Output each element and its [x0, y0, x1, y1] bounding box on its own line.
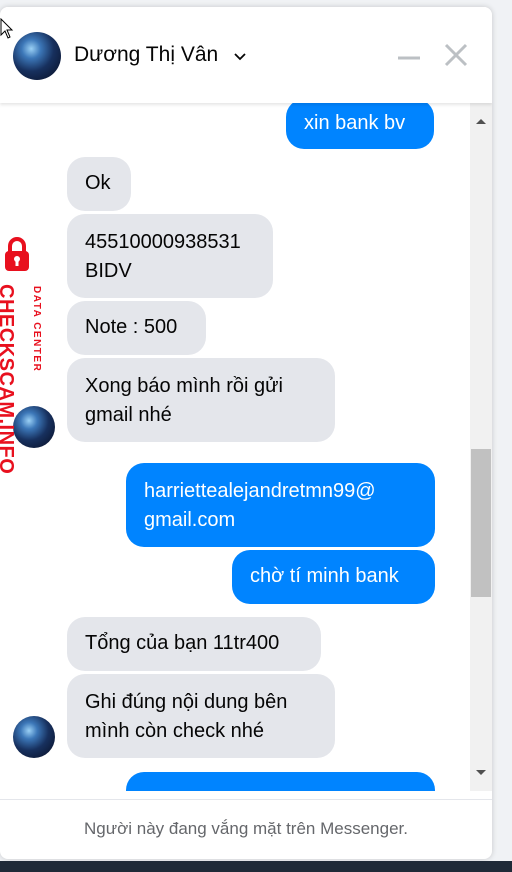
- message-bubble: harriettealejandretmn99@ gmail.com: [126, 463, 435, 547]
- message-text: xin bank bv: [304, 112, 406, 134]
- chevron-down-icon[interactable]: [233, 52, 247, 62]
- message-bubble: Tổng của bạn 11tr400: [67, 617, 321, 671]
- message-text: BIDV: [85, 260, 132, 282]
- message-list[interactable]: xin bank bv Ok 45510000938531 BIDV Note …: [0, 103, 470, 791]
- message-text: Tổng của bạn 11tr400: [85, 632, 280, 654]
- minimize-icon[interactable]: [396, 51, 422, 65]
- scrollbar[interactable]: [470, 103, 492, 791]
- message-bubble-partial: [126, 772, 435, 791]
- message-text: Ok: [85, 172, 111, 194]
- scroll-up-arrow-icon[interactable]: [475, 117, 487, 125]
- taskbar-strip: [0, 861, 512, 872]
- message-text: 45510000938531: [85, 231, 241, 253]
- message-bubble: xin bank bv: [286, 103, 434, 149]
- message-bubble: chờ tí minh bank: [232, 550, 435, 604]
- contact-name[interactable]: Dương Thị Vân: [74, 43, 218, 67]
- message-text: Xong báo mình rồi gửi: [85, 375, 283, 397]
- message-text: Note : 500: [85, 316, 178, 338]
- message-bubble: 45510000938531 BIDV: [67, 214, 273, 298]
- message-text: gmail nhé: [85, 404, 172, 426]
- chat-window: Dương Thị Vân xin bank bv Ok 45510000938…: [0, 7, 492, 859]
- contact-avatar[interactable]: [13, 32, 61, 80]
- away-status-footer: Người này đang vắng mặt trên Messenger.: [0, 799, 492, 859]
- close-icon[interactable]: [442, 41, 470, 69]
- mouse-cursor-icon: [0, 18, 14, 39]
- scroll-down-arrow-icon[interactable]: [475, 769, 487, 777]
- message-bubble: Ok: [67, 157, 131, 211]
- scrollbar-thumb[interactable]: [471, 449, 491, 597]
- sender-avatar[interactable]: [13, 406, 55, 448]
- message-text: harriettealejandretmn99@: [144, 480, 376, 502]
- message-text: gmail.com: [144, 509, 236, 531]
- chat-header: Dương Thị Vân: [0, 7, 492, 103]
- message-bubble: Note : 500: [67, 301, 206, 355]
- message-bubble: Xong báo mình rồi gửi gmail nhé: [67, 358, 335, 442]
- sender-avatar[interactable]: [13, 716, 55, 758]
- message-bubble: Ghi đúng nội dung bên mình còn check nhé: [67, 674, 335, 758]
- message-text: mình còn check nhé: [85, 720, 264, 742]
- message-text: Ghi đúng nội dung bên: [85, 691, 288, 713]
- message-text: chờ tí minh bank: [250, 565, 399, 587]
